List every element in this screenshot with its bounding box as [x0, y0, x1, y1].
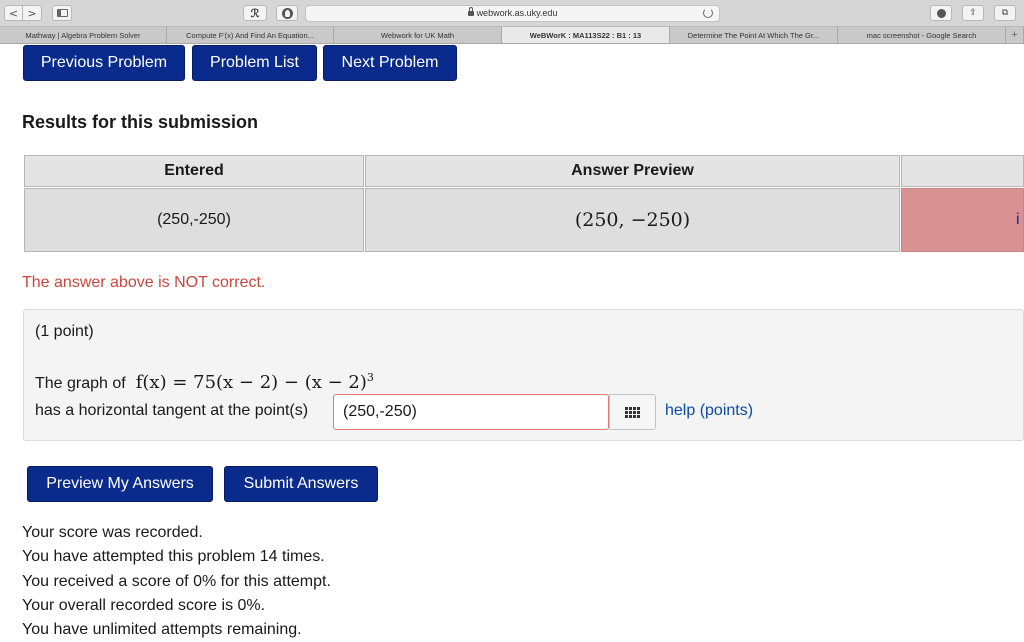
answer-preview-value: (250, −250) — [365, 188, 900, 252]
status-line: Your score was recorded. — [22, 524, 203, 541]
ghostery-extension-icon[interactable] — [276, 5, 298, 21]
result-header — [901, 155, 1024, 187]
tangent-prompt: has a horizontal tangent at the point(s) — [35, 402, 309, 419]
results-table: Entered Answer Preview (250,-250) (250, … — [24, 155, 1024, 254]
download-icon[interactable] — [930, 5, 952, 21]
problem-list-button[interactable]: Problem List — [192, 45, 317, 81]
chevron-right-icon[interactable]: > — [23, 5, 42, 21]
equation-palette-grid-icon[interactable] — [609, 394, 656, 430]
grammarly-extension-icon[interactable]: ℛ — [243, 5, 267, 21]
previous-problem-button[interactable]: Previous Problem — [23, 45, 185, 81]
tab-overview-icon[interactable]: ⧉ — [994, 5, 1016, 21]
result-incorrect-cell: i — [901, 188, 1024, 252]
status-line: You have unlimited attempts remaining. — [22, 621, 302, 639]
browser-tab[interactable]: Determine The Point At Which The Gr... — [670, 27, 838, 43]
sidebar-icon[interactable] — [52, 5, 72, 21]
url-text: webwork.as.uky.edu — [476, 8, 558, 18]
entered-header: Entered — [24, 155, 364, 187]
result-text: i — [1016, 211, 1020, 228]
next-problem-button[interactable]: Next Problem — [323, 45, 457, 81]
help-points-link[interactable]: help (points) — [665, 402, 753, 420]
formula-exponent: 3 — [366, 371, 374, 384]
preview-answers-button[interactable]: Preview My Answers — [27, 466, 213, 502]
results-heading: Results for this submission — [22, 112, 259, 132]
browser-tab[interactable]: Compute F'(x) And Find An Equation... — [167, 27, 334, 43]
status-line: Your overall recorded score is 0%. — [22, 596, 266, 614]
status-line: You received a score of 0% for this atte… — [22, 572, 331, 590]
submit-answers-button[interactable]: Submit Answers — [224, 466, 378, 502]
chevron-left-icon[interactable]: < — [4, 5, 23, 21]
incorrect-message: The answer above is NOT correct. — [22, 274, 266, 291]
browser-tab[interactable]: Mathway | Algebra Problem Solver — [0, 27, 167, 43]
browser-tab[interactable]: mac screenshot - Google Search — [838, 27, 1006, 43]
browser-toolbar: < > ℛ webwork.as.uky.edu ⇧ ⧉ — [0, 0, 1024, 27]
browser-tab[interactable]: Webwork for UK Math — [334, 27, 502, 43]
statement-prefix: The graph of — [35, 375, 126, 392]
reload-icon[interactable] — [703, 8, 713, 18]
tab-strip: Mathway | Algebra Problem Solver Compute… — [0, 27, 1024, 44]
lock-icon — [467, 7, 474, 16]
plus-icon[interactable]: + — [1006, 27, 1024, 43]
math-formula: f(x) = 75(x − 2) − (x − 2)3 — [135, 371, 374, 393]
problem-points: (1 point) — [35, 323, 94, 340]
browser-tab-active[interactable]: WeBWorK : MA113S22 : B1 : 13 — [502, 27, 670, 43]
problem-panel: (1 point) The graph of f(x) = 75(x − 2) −… — [23, 309, 1024, 441]
share-icon[interactable]: ⇧ — [962, 5, 984, 21]
entered-value: (250,-250) — [24, 188, 364, 252]
problem-statement: The graph of f(x) = 75(x − 2) − (x − 2)3 — [35, 371, 374, 393]
formula-text: f(x) = 75(x − 2) − (x − 2) — [135, 372, 367, 393]
score-status: Your score was recorded. You have attemp… — [22, 521, 331, 642]
address-bar[interactable]: webwork.as.uky.edu — [305, 5, 720, 22]
answer-preview-header: Answer Preview — [365, 155, 900, 187]
history-buttons: < > — [4, 5, 42, 21]
answer-input[interactable] — [333, 394, 609, 430]
status-line: You have attempted this problem 14 times… — [22, 548, 325, 566]
